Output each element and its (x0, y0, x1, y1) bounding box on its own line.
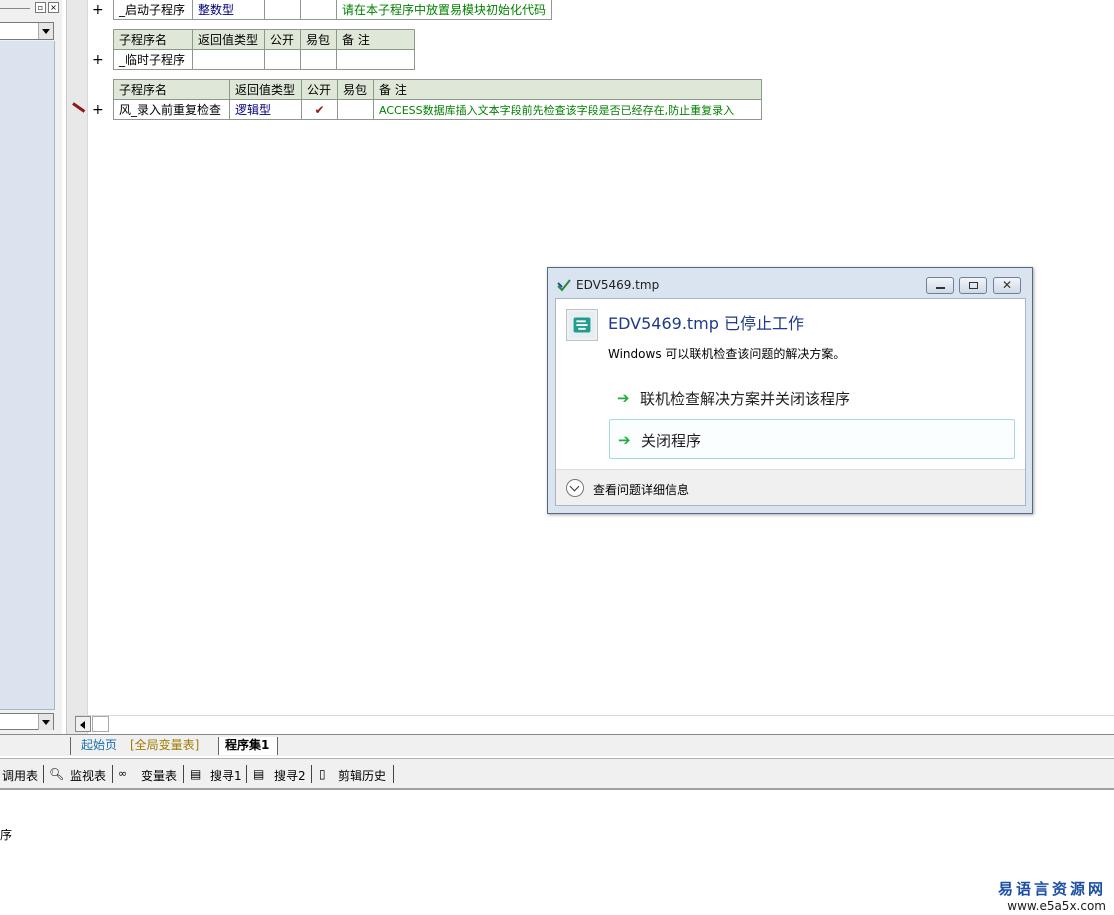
close-icon: ✕ (1002, 278, 1013, 292)
document-tabs: 起始页 [全局变量表] 程序集1 (0, 734, 1114, 756)
tab-global-vars[interactable]: [全局变量表] (130, 737, 199, 755)
expand-icon[interactable]: + (92, 102, 104, 118)
dialog-heading: EDV5469.tmp 已停止工作 (608, 314, 805, 333)
header-name: 子程序名 (113, 79, 230, 100)
program-icon (566, 309, 598, 341)
table-row: _启动子程序 整数型 请在本子程序中放置易模块初始化代码 (113, 0, 553, 20)
close-icon[interactable]: × (48, 2, 59, 13)
header-note: 备 注 (336, 29, 415, 50)
return-type[interactable] (192, 49, 265, 70)
return-type[interactable]: 逻辑型 (229, 99, 302, 120)
pkg-cell[interactable] (300, 49, 337, 70)
check-online-label: 联机检查解决方案并关闭该程序 (640, 390, 851, 408)
clipboard-icon[interactable]: ▯ (319, 767, 326, 781)
watch-table-button[interactable]: 监视表 (70, 767, 106, 784)
header-name: 子程序名 (113, 29, 193, 50)
left-tree-view[interactable] (0, 41, 55, 710)
separator (246, 765, 247, 783)
watermark: 易语言资源网 www.e5a5x.com (998, 878, 1106, 913)
maximize-button[interactable] (959, 277, 987, 294)
output-panel[interactable]: 序 (0, 792, 1114, 915)
sub-name[interactable]: _启动子程序 (113, 0, 193, 20)
check-online-option[interactable]: ➔ 联机检查解决方案并关闭该程序 (609, 378, 1015, 418)
expand-icon[interactable]: + (92, 52, 104, 68)
left-panel-dropdown-bottom[interactable] (0, 713, 54, 730)
sub-table-temp: 子程序名 返回值类型 公开 易包 备 注 _临时子程序 (113, 29, 415, 70)
note-cell[interactable]: ACCESS数据库插入文本字段前先检查该字段是否已经存在,防止重复录入 (373, 99, 762, 120)
chevron-down-icon[interactable] (566, 479, 584, 497)
separator (311, 765, 312, 783)
watermark-title: 易语言资源网 (997, 880, 1106, 898)
separator (393, 765, 394, 783)
minimize-icon (936, 287, 945, 289)
header-pkg: 易包 (337, 79, 374, 100)
find-icon[interactable]: ▤ (190, 767, 201, 781)
tab-start-page[interactable]: 起始页 (70, 737, 117, 755)
chevron-down-icon[interactable] (38, 23, 53, 39)
table-header-row: 子程序名 返回值类型 公开 易包 备 注 (113, 79, 762, 100)
arrow-right-icon: ➔ (617, 389, 630, 407)
dialog-body: EDV5469.tmp 已停止工作 Windows 可以联机检查该问题的解决方案… (555, 298, 1026, 506)
view-details-link[interactable]: 查看问题详细信息 (593, 481, 689, 498)
sub-table-check: 子程序名 返回值类型 公开 易包 备 注 风_录入前重复检查 逻辑型 ✔ ACC… (113, 79, 762, 120)
arrow-right-icon: ➔ (618, 431, 631, 449)
header-pkg: 易包 (300, 29, 337, 50)
public-cell[interactable] (264, 0, 301, 20)
header-public: 公开 (301, 79, 338, 100)
note-cell[interactable]: 请在本子程序中放置易模块初始化代码 (335, 0, 553, 20)
expand-icon[interactable]: + (92, 2, 104, 18)
variable-table-button[interactable]: 变量表 (141, 767, 177, 784)
search-icon[interactable]: 🔍︎ (49, 767, 64, 781)
search1-button[interactable]: 搜寻1 (210, 767, 242, 784)
return-type[interactable]: 整数型 (192, 0, 265, 20)
table-header-row: 子程序名 返回值类型 公开 易包 备 注 (113, 29, 415, 50)
sub-name[interactable]: _临时子程序 (113, 49, 193, 70)
error-dialog: EDV5469.tmp ✕ EDV5469.tmp 已停止工作 Windows … (547, 267, 1033, 514)
search2-button[interactable]: 搜寻2 (274, 767, 306, 784)
pkg-cell[interactable] (337, 99, 374, 120)
header-public: 公开 (264, 29, 301, 50)
chevron-down-icon[interactable] (38, 714, 53, 730)
find-icon[interactable]: ▤ (253, 767, 264, 781)
separator (43, 765, 44, 783)
note-cell[interactable] (336, 49, 415, 70)
sub-name[interactable]: 风_录入前重复检查 (113, 99, 230, 120)
output-text: 序 (0, 828, 13, 842)
bottom-toolbar: 调用表 🔍︎ 监视表 ∞ 变量表 ▤ 搜寻1 ▤ 搜寻2 ▯ 剪辑历史 (0, 758, 1114, 790)
restore-icon[interactable]: ▫ (35, 2, 46, 13)
header-return-type: 返回值类型 (229, 79, 302, 100)
watermark-url: www.e5a5x.com (1007, 899, 1106, 913)
separator (183, 765, 184, 783)
divider (0, 8, 30, 9)
tab-program-set[interactable]: 程序集1 (218, 737, 279, 755)
dialog-description: Windows 可以联机检查该问题的解决方案。 (608, 347, 846, 361)
public-check-icon[interactable]: ✔ (301, 99, 338, 120)
app-icon (557, 279, 571, 292)
close-program-label: 关闭程序 (641, 432, 702, 450)
public-cell[interactable] (264, 49, 301, 70)
maximize-icon (969, 282, 978, 289)
left-panel-dropdown[interactable] (0, 22, 54, 40)
scroll-thumb[interactable] (92, 716, 109, 732)
minimize-button[interactable] (926, 277, 954, 294)
table-row: 风_录入前重复检查 逻辑型 ✔ ACCESS数据库插入文本字段前先检查该字段是否… (113, 99, 762, 120)
glasses-icon[interactable]: ∞ (118, 767, 127, 780)
call-table-button[interactable]: 调用表 (2, 767, 38, 784)
header-return-type: 返回值类型 (192, 29, 265, 50)
left-panel: ▫ × (0, 0, 62, 735)
header-note: 备 注 (373, 79, 762, 100)
sub-table-startup: _启动子程序 整数型 请在本子程序中放置易模块初始化代码 (113, 0, 553, 20)
clip-history-button[interactable]: 剪辑历史 (338, 767, 386, 784)
close-button[interactable]: ✕ (993, 277, 1021, 294)
left-panel-titlebar: ▫ × (0, 0, 62, 18)
separator (112, 765, 113, 783)
table-row: _临时子程序 (113, 49, 415, 70)
pkg-cell[interactable] (300, 0, 337, 20)
horizontal-scrollbar[interactable] (75, 715, 1114, 732)
scroll-left-icon[interactable] (75, 716, 91, 732)
dialog-title: EDV5469.tmp (576, 278, 660, 292)
dialog-footer: 查看问题详细信息 (556, 469, 1025, 505)
close-program-option[interactable]: ➔ 关闭程序 (609, 419, 1015, 459)
